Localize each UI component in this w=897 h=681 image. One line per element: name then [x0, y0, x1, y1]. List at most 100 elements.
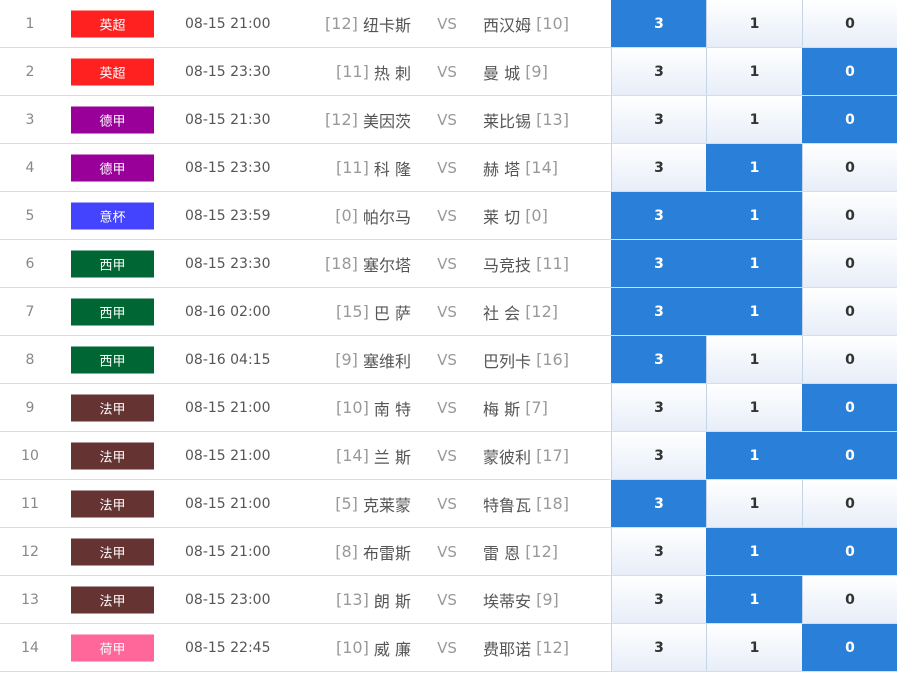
- league-badge[interactable]: 荷甲: [71, 634, 154, 661]
- league-badge[interactable]: 法甲: [71, 586, 154, 613]
- home-team-name: 塞维利: [362, 351, 411, 371]
- home-team[interactable]: [5] 克莱蒙: [335, 480, 411, 527]
- odd-loss-button[interactable]: 0: [802, 528, 897, 575]
- odd-win-button[interactable]: 3: [611, 0, 706, 47]
- odd-win-button[interactable]: 3: [611, 288, 706, 335]
- home-rank: [8]: [335, 542, 358, 561]
- away-team[interactable]: 马竞技 [11]: [483, 240, 569, 287]
- away-team[interactable]: 赫 塔 [14]: [483, 144, 558, 191]
- home-team[interactable]: [0] 帕尔马: [335, 192, 411, 239]
- home-team[interactable]: [10] 威 廉: [336, 624, 411, 671]
- away-team[interactable]: 莱比锡 [13]: [483, 96, 569, 143]
- home-team[interactable]: [9] 塞维利: [335, 336, 411, 383]
- odd-loss-button[interactable]: 0: [802, 240, 897, 287]
- away-team-name: 曼 城: [483, 63, 521, 83]
- odd-win-button[interactable]: 3: [611, 624, 706, 671]
- league-badge[interactable]: 意杯: [71, 202, 154, 229]
- away-team[interactable]: 蒙彼利 [17]: [483, 432, 569, 479]
- away-team-name: 梅 斯: [483, 399, 521, 419]
- vs-label: VS: [437, 254, 457, 273]
- away-team-name: 社 会: [483, 303, 521, 323]
- odd-win-button[interactable]: 3: [611, 336, 706, 383]
- home-team[interactable]: [11] 科 隆: [336, 144, 411, 191]
- odd-draw-button[interactable]: 1: [706, 240, 802, 287]
- away-team[interactable]: 埃蒂安 [9]: [483, 576, 559, 623]
- league-badge[interactable]: 英超: [71, 10, 154, 37]
- league-badge[interactable]: 法甲: [71, 490, 154, 517]
- odd-loss-button[interactable]: 0: [802, 48, 897, 95]
- home-team[interactable]: [8] 布雷斯: [335, 528, 411, 575]
- match-time: 08-15 22:45: [185, 639, 271, 656]
- odd-draw-button[interactable]: 1: [706, 480, 802, 527]
- league-badge[interactable]: 法甲: [71, 442, 154, 469]
- odd-win-button[interactable]: 3: [611, 528, 706, 575]
- odd-loss-button[interactable]: 0: [802, 432, 897, 479]
- home-team[interactable]: [13] 朗 斯: [336, 576, 411, 623]
- vs-label: VS: [437, 158, 457, 177]
- league-badge[interactable]: 德甲: [71, 154, 154, 181]
- odd-loss-button[interactable]: 0: [802, 384, 897, 431]
- table-row: 13 法甲 08-15 23:00 [13] 朗 斯 VS 埃蒂安 [9] 31…: [0, 576, 897, 624]
- home-rank: [15]: [335, 302, 369, 321]
- league-badge[interactable]: 西甲: [71, 298, 154, 325]
- away-team[interactable]: 莱 切 [0]: [483, 192, 548, 239]
- match-time: 08-15 23:00: [185, 591, 271, 608]
- odd-loss-button[interactable]: 0: [802, 576, 897, 623]
- home-team[interactable]: [12] 美因茨: [325, 96, 411, 143]
- away-team[interactable]: 梅 斯 [7]: [483, 384, 548, 431]
- away-rank: [12]: [525, 542, 559, 561]
- league-badge[interactable]: 英超: [71, 58, 154, 85]
- odd-loss-button[interactable]: 0: [802, 624, 897, 671]
- odd-win-button[interactable]: 3: [611, 240, 706, 287]
- away-team[interactable]: 社 会 [12]: [483, 288, 558, 335]
- odd-win-button[interactable]: 3: [611, 48, 706, 95]
- away-team[interactable]: 费耶诺 [12]: [483, 624, 569, 671]
- odd-draw-button[interactable]: 1: [706, 48, 802, 95]
- odd-draw-button[interactable]: 1: [706, 528, 802, 575]
- odd-draw-button[interactable]: 1: [706, 0, 802, 47]
- odd-draw-button[interactable]: 1: [706, 432, 802, 479]
- league-badge[interactable]: 德甲: [71, 106, 154, 133]
- odd-draw-button[interactable]: 1: [706, 192, 802, 239]
- odd-draw-button[interactable]: 1: [706, 144, 802, 191]
- odd-draw-button[interactable]: 1: [706, 576, 802, 623]
- away-team[interactable]: 曼 城 [9]: [483, 48, 548, 95]
- odd-draw-button[interactable]: 1: [706, 336, 802, 383]
- home-team[interactable]: [14] 兰 斯: [336, 432, 411, 479]
- odd-win-button[interactable]: 3: [611, 432, 706, 479]
- league-badge[interactable]: 西甲: [71, 346, 154, 373]
- odd-win-button[interactable]: 3: [611, 384, 706, 431]
- odd-draw-button[interactable]: 1: [706, 96, 802, 143]
- odd-win-button[interactable]: 3: [611, 144, 706, 191]
- home-team[interactable]: [18] 塞尔塔: [325, 240, 411, 287]
- odd-loss-button[interactable]: 0: [802, 288, 897, 335]
- odd-loss-button[interactable]: 0: [802, 144, 897, 191]
- away-team[interactable]: 雷 恩 [12]: [483, 528, 558, 575]
- away-team[interactable]: 巴列卡 [16]: [483, 336, 569, 383]
- odd-draw-button[interactable]: 1: [706, 624, 802, 671]
- home-team[interactable]: [12] 纽卡斯: [325, 0, 411, 47]
- odd-draw-button[interactable]: 1: [706, 384, 802, 431]
- home-team-name: 威 廉: [373, 639, 411, 659]
- odd-win-button[interactable]: 3: [611, 192, 706, 239]
- home-team[interactable]: [10] 南 特: [336, 384, 411, 431]
- odd-win-button[interactable]: 3: [611, 576, 706, 623]
- odd-win-button[interactable]: 3: [611, 96, 706, 143]
- away-team[interactable]: 西汉姆 [10]: [483, 0, 569, 47]
- home-team[interactable]: [15] 巴 萨: [336, 288, 411, 335]
- league-badge[interactable]: 法甲: [71, 538, 154, 565]
- odd-loss-button[interactable]: 0: [802, 96, 897, 143]
- odd-loss-button[interactable]: 0: [802, 480, 897, 527]
- match-number: 12: [21, 543, 39, 560]
- odd-loss-button[interactable]: 0: [802, 0, 897, 47]
- home-team[interactable]: [11] 热 刺: [336, 48, 411, 95]
- odd-loss-button[interactable]: 0: [802, 336, 897, 383]
- away-team[interactable]: 特鲁瓦 [18]: [483, 480, 569, 527]
- league-badge[interactable]: 法甲: [71, 394, 154, 421]
- match-time: 08-15 21:00: [185, 447, 271, 464]
- vs-label: VS: [437, 398, 457, 417]
- league-badge[interactable]: 西甲: [71, 250, 154, 277]
- odd-loss-button[interactable]: 0: [802, 192, 897, 239]
- odd-draw-button[interactable]: 1: [706, 288, 802, 335]
- odd-win-button[interactable]: 3: [611, 480, 706, 527]
